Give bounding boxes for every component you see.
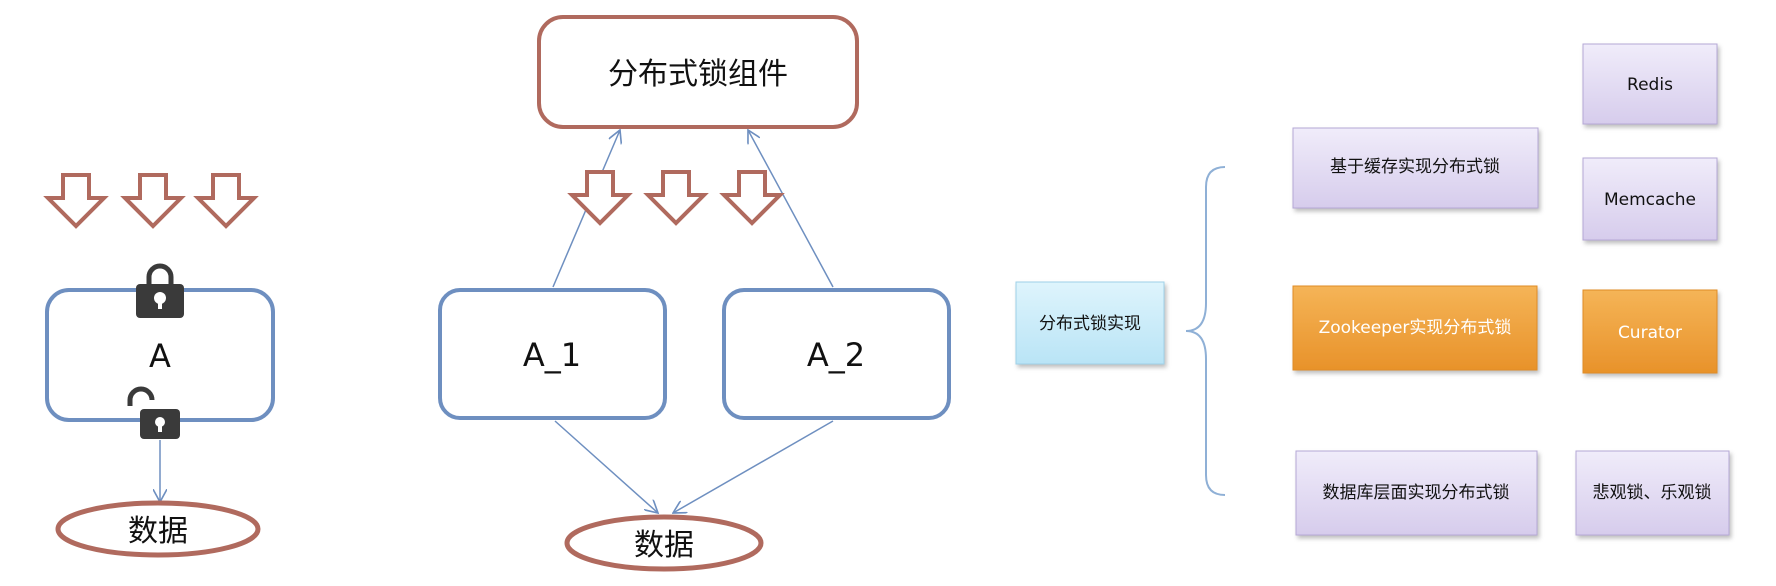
request-arrows-middle bbox=[570, 170, 782, 225]
redis-label: Redis bbox=[1627, 75, 1673, 95]
node-a2-label: A_2 bbox=[807, 336, 865, 374]
lock-component-label: 分布式锁组件 bbox=[608, 57, 788, 92]
request-arrows-left bbox=[46, 173, 256, 228]
diagram-canvas: A 数据 分布式锁组件 A_1 A_2 数据 分布式锁实现 基于缓存实现分布式锁… bbox=[45, 15, 1730, 572]
root-label: 分布式锁实现 bbox=[1039, 314, 1141, 334]
down-arrow-icon bbox=[123, 173, 183, 228]
node-a1-label: A_1 bbox=[523, 336, 581, 374]
locked-padlock-icon bbox=[136, 263, 184, 318]
implementation-tree: 分布式锁实现 基于缓存实现分布式锁 Redis Memcache Zookeep… bbox=[1015, 43, 1730, 536]
middle-diagram: 分布式锁组件 A_1 A_2 数据 bbox=[438, 15, 951, 572]
node-a-label: A bbox=[149, 337, 171, 375]
down-arrow-icon bbox=[646, 170, 706, 225]
down-arrow-icon bbox=[46, 173, 106, 228]
memcache-label: Memcache bbox=[1604, 190, 1696, 210]
data-label-left: 数据 bbox=[128, 514, 188, 549]
connector-line bbox=[554, 420, 658, 513]
lock-types-label: 悲观锁、乐观锁 bbox=[1593, 483, 1712, 503]
zookeeper-lock-label: Zookeeper实现分布式锁 bbox=[1319, 318, 1512, 338]
down-arrow-icon bbox=[196, 173, 256, 228]
cache-lock-label: 基于缓存实现分布式锁 bbox=[1330, 157, 1500, 177]
database-lock-label: 数据库层面实现分布式锁 bbox=[1323, 483, 1510, 503]
left-diagram: A 数据 bbox=[45, 173, 275, 558]
down-arrow-icon bbox=[722, 170, 782, 225]
connector-line bbox=[673, 420, 834, 513]
data-label-middle: 数据 bbox=[634, 528, 694, 563]
curator-label: Curator bbox=[1618, 323, 1682, 343]
down-arrow-icon bbox=[570, 170, 630, 225]
brace bbox=[1185, 166, 1226, 496]
